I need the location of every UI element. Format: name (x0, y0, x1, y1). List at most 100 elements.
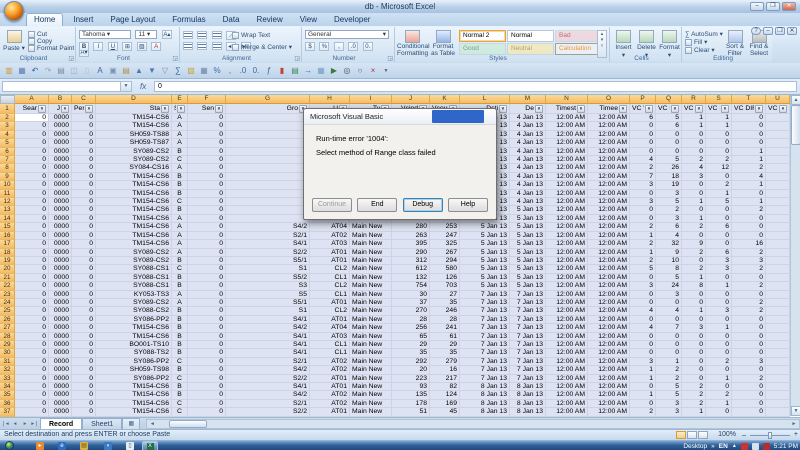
grid-cell[interactable]: 7 (656, 324, 682, 333)
grid-cell[interactable]: B (172, 189, 188, 199)
font-name-select[interactable]: Tahoma ▾ (79, 30, 131, 39)
grid-cell[interactable]: 0 (732, 324, 766, 333)
grid-cell[interactable]: 7 Jan 13 (510, 307, 546, 316)
grid-cell[interactable]: 0 (188, 172, 226, 182)
zoom-in-icon[interactable]: + (794, 431, 798, 438)
grid-cell[interactable] (766, 206, 790, 215)
grid-cell[interactable]: 0 (15, 298, 49, 308)
grid-cell[interactable]: 0 (732, 340, 766, 350)
grid-cell[interactable]: 0000 (49, 248, 72, 257)
grid-cell[interactable]: 1 (630, 374, 656, 383)
row-number[interactable]: 2 (0, 114, 15, 123)
grid-cell[interactable]: 0 (732, 214, 766, 224)
grid-cell[interactable]: 0000 (49, 223, 72, 232)
grid-cell[interactable]: S4/1 (226, 240, 310, 249)
grid-cell[interactable]: 0 (188, 164, 226, 173)
grid-cell[interactable]: 29 (392, 340, 430, 350)
grid-cell[interactable]: 4 Jan 13 (510, 172, 546, 182)
grid-cell[interactable]: 0 (188, 273, 226, 283)
grid-cell[interactable] (226, 130, 310, 140)
grid-cell[interactable]: 0000 (49, 114, 72, 123)
row-number[interactable]: 19 (0, 256, 15, 266)
grid-cell[interactable]: 0 (15, 332, 49, 341)
column-header-P[interactable]: P (630, 95, 656, 104)
row-number[interactable]: 6 (0, 147, 15, 157)
column-header-J[interactable]: J (392, 95, 430, 104)
grid-cell[interactable]: 12:00 AM (588, 357, 630, 367)
filter-dropdown-icon[interactable]: ▼ (619, 104, 627, 113)
messenger-icon[interactable]: ◗ (104, 442, 112, 450)
grid-cell[interactable]: 0 (732, 114, 766, 123)
decrease-decimal-icon[interactable]: 0. (362, 42, 373, 51)
grid-cell[interactable]: 0 (630, 147, 656, 157)
grid-cell[interactable]: C (172, 399, 188, 409)
grid-cell[interactable]: 0 (72, 307, 96, 316)
grid-cell[interactable]: 2 (682, 383, 706, 392)
grid-cell[interactable]: 12:00 AM (588, 198, 630, 207)
zoom-slider-handle[interactable] (768, 432, 772, 439)
grid-cell[interactable]: 0 (630, 399, 656, 409)
grid-cell[interactable]: 7 Jan 13 (460, 324, 510, 333)
vertical-scrollbar[interactable]: ▲ ▼ (790, 95, 800, 416)
field-header-vc-e[interactable]: VC E▼ (656, 104, 682, 114)
grid-cell[interactable]: 0 (188, 315, 226, 325)
styles-gallery-scroll[interactable]: ▴ ▾ ▿ (597, 30, 607, 58)
grid-cell[interactable]: 12:00 AM (588, 265, 630, 274)
grid-cell[interactable]: B (172, 349, 188, 358)
grid-cell[interactable]: SY086-PP2 (96, 315, 172, 325)
grid-cell[interactable]: 4 Jan 13 (510, 122, 546, 131)
grid-cell[interactable]: 61 (430, 332, 460, 341)
formula-input[interactable]: 0 (154, 81, 797, 92)
grid-cell[interactable]: 35 (430, 298, 460, 308)
zoom-level[interactable]: 100% (718, 431, 736, 438)
grid-cell[interactable] (766, 349, 790, 358)
grid-cell[interactable]: 0000 (49, 147, 72, 157)
grid-cell[interactable]: 0000 (49, 340, 72, 350)
grid-cell[interactable]: 1 (682, 307, 706, 316)
grid-cell[interactable]: 0 (72, 139, 96, 148)
row-number[interactable]: 35 (0, 391, 15, 400)
sort-asc-icon[interactable]: ▲ (133, 65, 145, 77)
help-button[interactable]: Help (447, 198, 488, 212)
grid-cell[interactable]: 4 Jan 13 (510, 147, 546, 157)
grid-cell[interactable]: 2 (732, 298, 766, 308)
cell-style-normal-2[interactable]: Normal 2 (459, 30, 506, 42)
grid-cell[interactable]: Main New (350, 383, 392, 392)
grid-cell[interactable]: 0 (682, 290, 706, 299)
grid-cell[interactable]: 0 (15, 391, 49, 400)
grid-cell[interactable]: B (172, 256, 188, 266)
number-format-select[interactable]: General ▾ (305, 30, 389, 39)
grid-cell[interactable]: AT01 (310, 315, 350, 325)
grid-cell[interactable]: 12:00 AM (546, 273, 588, 283)
insert-function-icon[interactable]: ƒ (263, 65, 275, 77)
grid-cell[interactable]: S1 (226, 265, 310, 274)
grid-cell[interactable]: 0000 (49, 357, 72, 367)
grid-cell[interactable] (766, 189, 790, 199)
grid-cell[interactable]: TM154-CS6 (96, 114, 172, 123)
grid-cell[interactable]: 0 (15, 206, 49, 215)
grid-cell[interactable] (766, 324, 790, 333)
grid-cell[interactable]: 5 Jan 13 (460, 240, 510, 249)
row-number[interactable]: 4 (0, 130, 15, 140)
grid-cell[interactable]: S5/1 (226, 298, 310, 308)
grid-cell[interactable]: 12:00 AM (588, 273, 630, 283)
grid-cell[interactable]: 2 (682, 391, 706, 400)
grid-cell[interactable]: 0000 (49, 298, 72, 308)
grid-cell[interactable]: 0 (72, 399, 96, 409)
clear-button[interactable]: Clear ▾ (685, 46, 723, 54)
grid-cell[interactable]: 5 (656, 273, 682, 283)
grid-cell[interactable]: 0000 (49, 214, 72, 224)
grid-cell[interactable]: S3 (226, 282, 310, 291)
grid-cell[interactable]: 0 (682, 206, 706, 215)
filter-dropdown-icon[interactable]: ▼ (499, 104, 507, 113)
grid-cell[interactable]: S4/2 (226, 324, 310, 333)
excel-taskbar-button[interactable]: X (142, 441, 158, 450)
clear-icon[interactable]: × (367, 65, 379, 77)
start-button[interactable] (5, 441, 14, 450)
grid-cell[interactable]: 5 Jan 13 (460, 231, 510, 241)
grid-cell[interactable]: 12:00 AM (588, 214, 630, 224)
grid-cell[interactable]: 0 (72, 265, 96, 274)
grid-cell[interactable]: 0 (706, 349, 732, 358)
chart-icon[interactable]: ▮ (276, 65, 288, 77)
grid-cell[interactable]: 1 (706, 114, 732, 123)
